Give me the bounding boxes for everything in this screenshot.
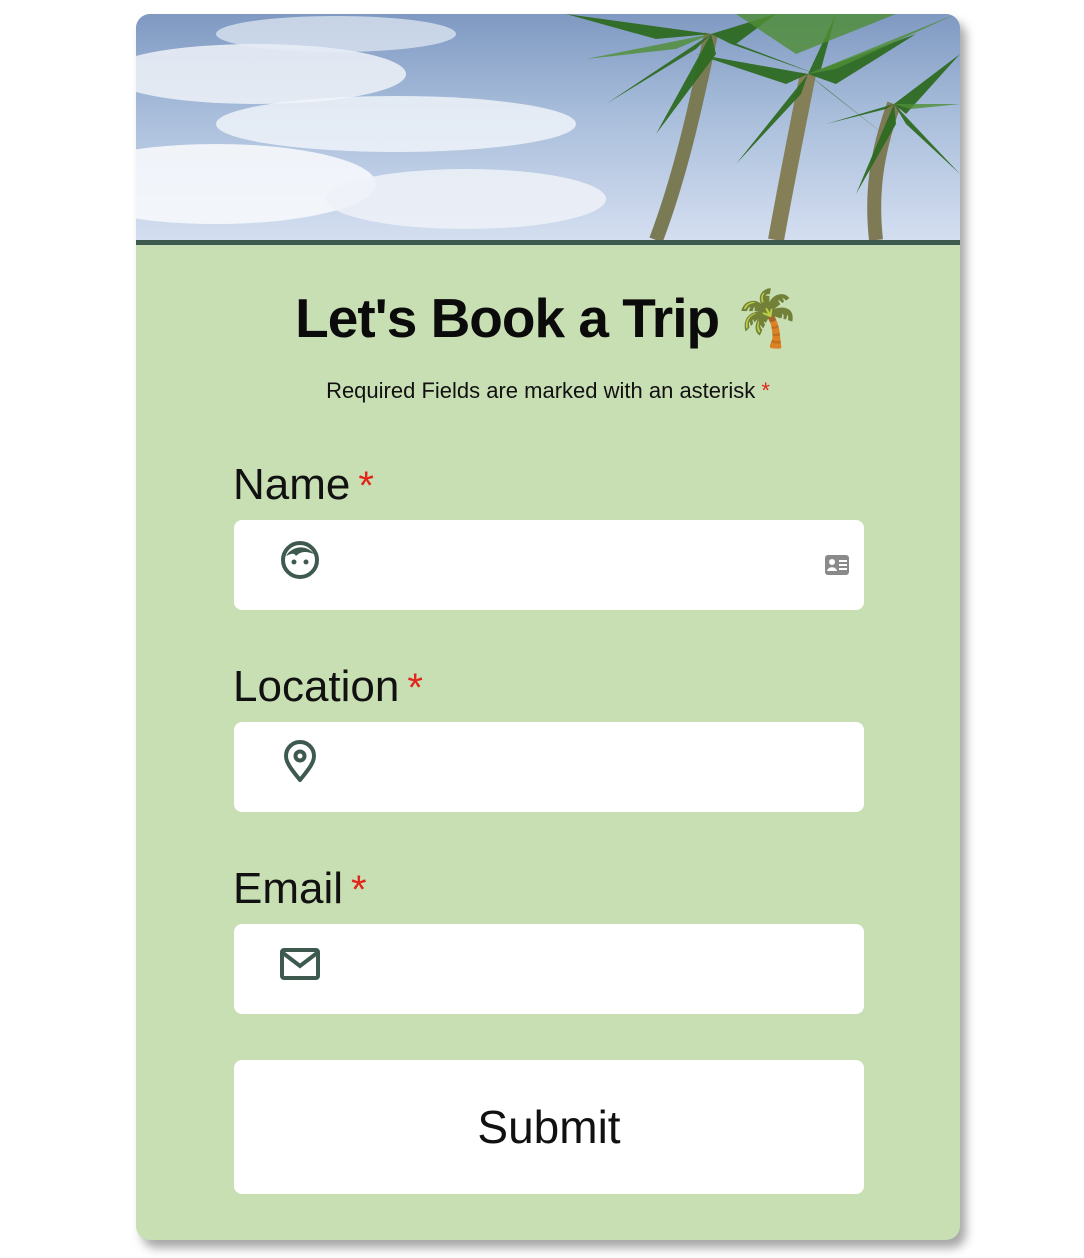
name-field-container: [234, 520, 864, 612]
email-label-text: Email: [233, 864, 344, 913]
name-label-text: Name: [233, 460, 351, 509]
mail-icon: [278, 942, 322, 991]
required-fields-note: Required Fields are marked with an aster…: [136, 378, 960, 404]
contact-card-icon[interactable]: [824, 554, 850, 581]
booking-form-card: Let's Book a Trip 🌴 Required Fields are …: [136, 14, 960, 1240]
location-label: Location *: [233, 662, 423, 712]
location-label-text: Location: [233, 662, 400, 711]
location-input[interactable]: [344, 722, 808, 814]
palm-tree-banner-image: [136, 14, 960, 245]
palm-tree-emoji-icon: 🌴: [733, 287, 801, 349]
name-label: Name *: [233, 460, 374, 510]
form-title-text: Let's Book a Trip: [295, 287, 720, 349]
required-asterisk: *: [407, 666, 423, 710]
email-field-container: [234, 924, 864, 1016]
required-asterisk: *: [761, 378, 770, 403]
name-input[interactable]: [344, 520, 808, 612]
location-field-container: [234, 722, 864, 814]
submit-button[interactable]: Submit: [234, 1060, 864, 1194]
face-icon: [278, 538, 322, 587]
email-input[interactable]: [344, 924, 808, 1016]
required-note-text: Required Fields are marked with an aster…: [326, 378, 756, 403]
required-asterisk: *: [358, 464, 374, 508]
map-pin-icon: [278, 740, 322, 789]
required-asterisk: *: [351, 868, 367, 912]
email-label: Email *: [233, 864, 367, 914]
form-title: Let's Book a Trip 🌴: [136, 286, 960, 351]
